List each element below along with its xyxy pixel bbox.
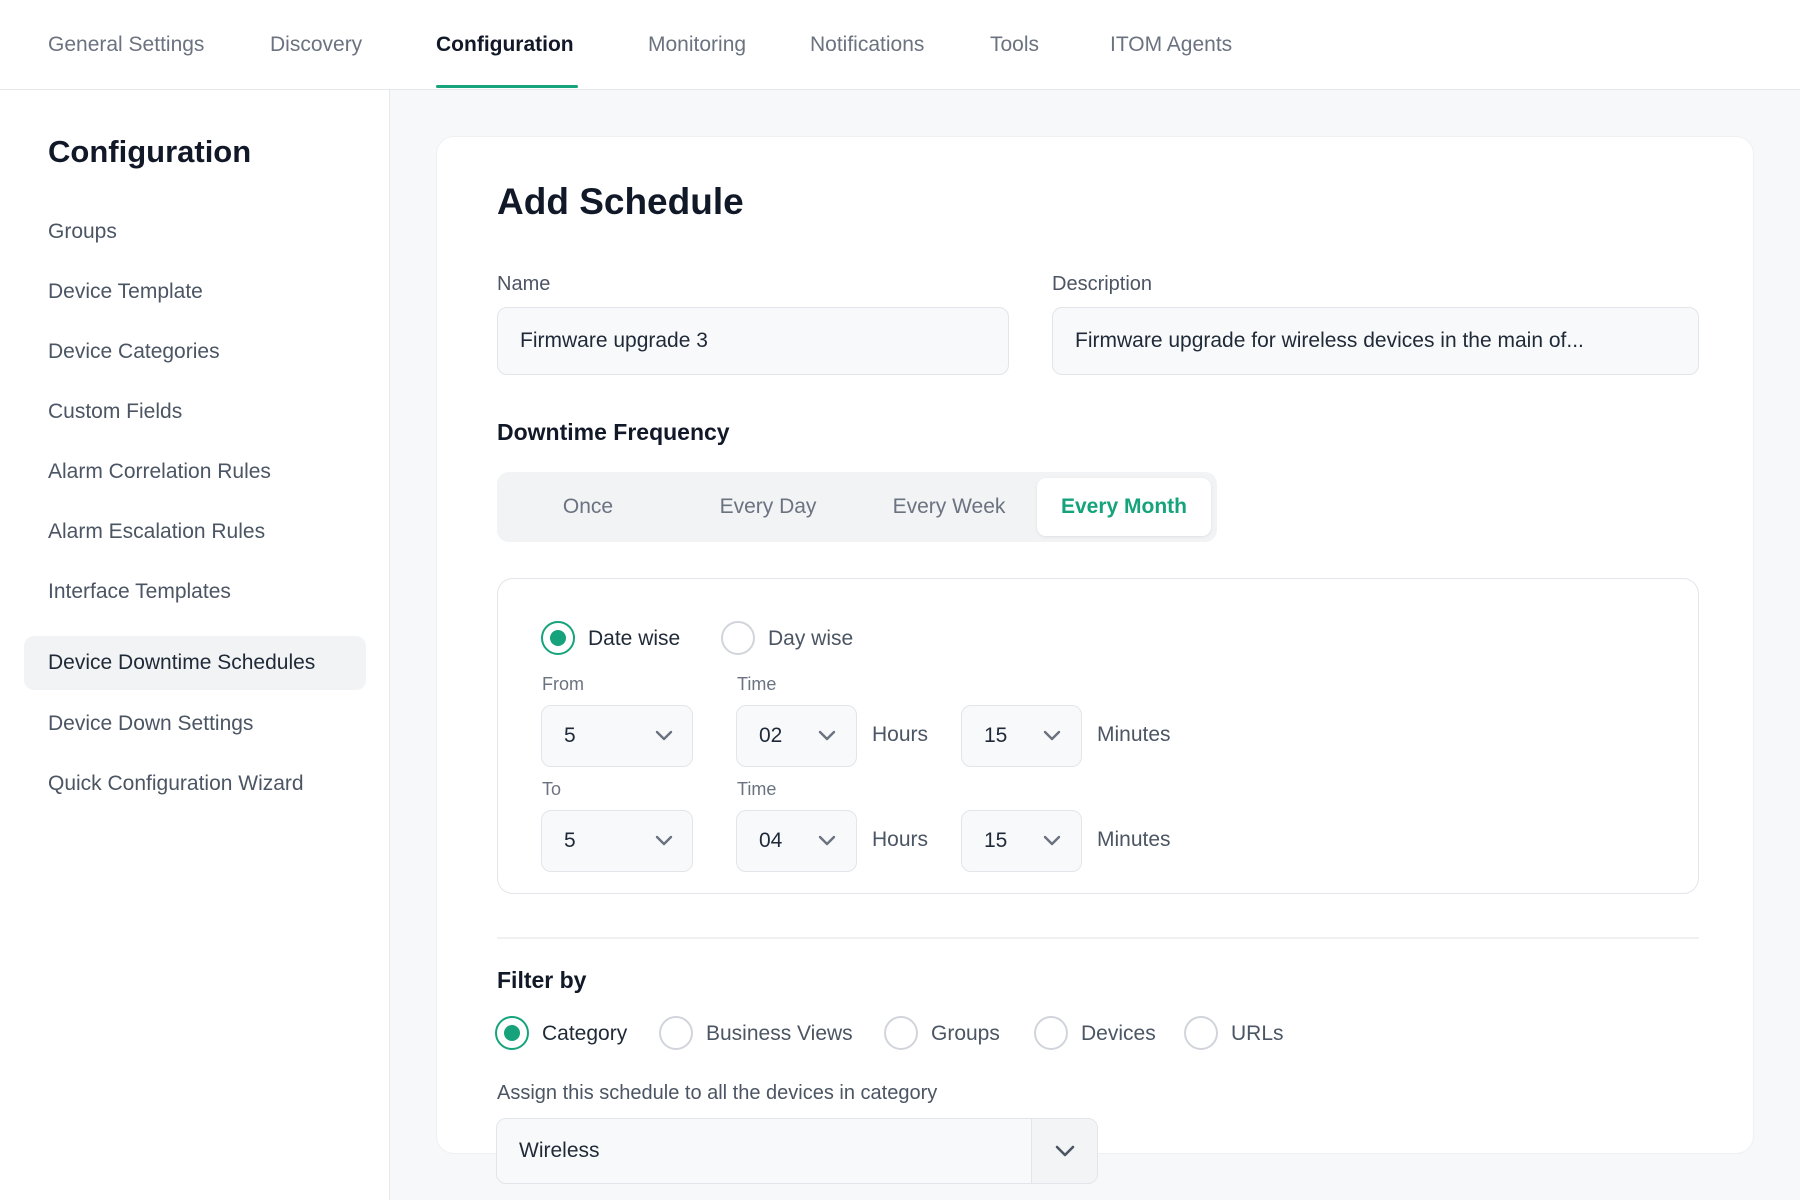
to-hours-value: 04	[759, 829, 783, 852]
frequency-segmented-control: Once Every Day Every Week Every Month	[497, 472, 1217, 542]
filter-urls-label: URLs	[1231, 1022, 1284, 1045]
page-title: Add Schedule	[497, 181, 744, 222]
tab-monitoring[interactable]: Monitoring	[648, 33, 746, 57]
name-label: Name	[497, 273, 551, 295]
from-date-value: 5	[564, 724, 576, 747]
add-schedule-card: Add Schedule Name Firmware upgrade 3 Des…	[436, 136, 1754, 1154]
filter-category-radio[interactable]	[495, 1016, 529, 1050]
day-wise-label: Day wise	[768, 627, 854, 650]
to-date-select[interactable]: 5	[541, 810, 693, 872]
to-date-value: 5	[564, 829, 576, 852]
sidebar: Configuration Groups Device Template Dev…	[0, 90, 390, 1200]
from-date-select[interactable]: 5	[541, 705, 693, 767]
sidebar-item-groups[interactable]: Groups	[24, 205, 366, 259]
chevron-down-icon	[818, 730, 836, 741]
to-hours-select[interactable]: 04	[736, 810, 857, 872]
chevron-down-icon	[1055, 1145, 1075, 1157]
chevron-down-icon	[655, 835, 673, 846]
chevron-down-icon	[1043, 730, 1061, 741]
category-select[interactable]: Wireless	[496, 1118, 1098, 1184]
sidebar-item-alarm-escalation-rules[interactable]: Alarm Escalation Rules	[24, 505, 366, 559]
tab-general-settings[interactable]: General Settings	[48, 33, 204, 57]
date-wise-radio[interactable]	[541, 621, 575, 655]
filter-urls-radio[interactable]	[1184, 1016, 1218, 1050]
sidebar-title: Configuration	[48, 134, 252, 169]
to-minutes-value: 15	[984, 829, 1008, 852]
frequency-option-every-month[interactable]: Every Month	[1037, 478, 1211, 536]
filter-devices-label: Devices	[1081, 1022, 1156, 1045]
sidebar-item-custom-fields[interactable]: Custom Fields	[24, 385, 366, 439]
day-wise-radio[interactable]	[721, 621, 755, 655]
from-time-label: Time	[737, 674, 777, 694]
section-divider	[497, 937, 1699, 939]
chevron-down-icon	[1043, 835, 1061, 846]
from-minutes-value: 15	[984, 724, 1008, 747]
filter-business-views-radio[interactable]	[659, 1016, 693, 1050]
from-hours-select[interactable]: 02	[736, 705, 857, 767]
active-tab-indicator	[436, 85, 578, 88]
name-input[interactable]: Firmware upgrade 3	[497, 307, 1009, 375]
to-hours-unit: Hours	[872, 828, 929, 851]
from-hours-unit: Hours	[872, 723, 929, 746]
frequency-option-every-day[interactable]: Every Day	[681, 478, 855, 536]
sidebar-item-device-down-settings[interactable]: Device Down Settings	[24, 697, 366, 751]
to-time-label: Time	[737, 779, 777, 799]
date-wise-label: Date wise	[588, 627, 681, 650]
filter-groups-radio[interactable]	[884, 1016, 918, 1050]
to-minutes-select[interactable]: 15	[961, 810, 1082, 872]
description-input[interactable]: Firmware upgrade for wireless devices in…	[1052, 307, 1699, 375]
filter-by-heading: Filter by	[497, 967, 587, 993]
from-minutes-select[interactable]: 15	[961, 705, 1082, 767]
sidebar-item-quick-configuration-wizard[interactable]: Quick Configuration Wizard	[24, 757, 366, 811]
chevron-down-icon	[655, 730, 673, 741]
sidebar-item-interface-templates[interactable]: Interface Templates	[24, 565, 366, 619]
from-label: From	[542, 674, 584, 694]
sidebar-item-alarm-correlation-rules[interactable]: Alarm Correlation Rules	[24, 445, 366, 499]
tab-notifications[interactable]: Notifications	[810, 33, 924, 57]
description-label: Description	[1052, 273, 1153, 295]
chevron-down-icon	[818, 835, 836, 846]
top-navigation: General Settings Discovery Configuration…	[0, 0, 1800, 90]
sidebar-item-device-template[interactable]: Device Template	[24, 265, 366, 319]
filter-business-views-label: Business Views	[706, 1022, 853, 1045]
category-select-toggle[interactable]	[1031, 1119, 1097, 1183]
filter-groups-label: Groups	[931, 1022, 1000, 1045]
category-select-value: Wireless	[519, 1139, 600, 1162]
tab-tools[interactable]: Tools	[990, 33, 1039, 57]
frequency-option-once[interactable]: Once	[503, 478, 673, 536]
to-label: To	[542, 779, 562, 799]
tab-discovery[interactable]: Discovery	[270, 33, 362, 57]
schedule-time-box: Date wise Day wise From Time 5 02 Hours …	[497, 578, 1699, 894]
filter-devices-radio[interactable]	[1034, 1016, 1068, 1050]
assign-label: Assign this schedule to all the devices …	[497, 1082, 938, 1104]
sidebar-item-device-categories[interactable]: Device Categories	[24, 325, 366, 379]
downtime-frequency-heading: Downtime Frequency	[497, 419, 730, 445]
tab-configuration[interactable]: Configuration	[436, 33, 574, 57]
from-hours-value: 02	[759, 724, 783, 747]
sidebar-item-device-downtime-schedules[interactable]: Device Downtime Schedules	[24, 636, 366, 690]
filter-category-label: Category	[542, 1022, 628, 1045]
to-minutes-unit: Minutes	[1097, 828, 1171, 851]
frequency-option-every-week[interactable]: Every Week	[859, 478, 1039, 536]
tab-itom-agents[interactable]: ITOM Agents	[1110, 33, 1232, 57]
from-minutes-unit: Minutes	[1097, 723, 1171, 746]
